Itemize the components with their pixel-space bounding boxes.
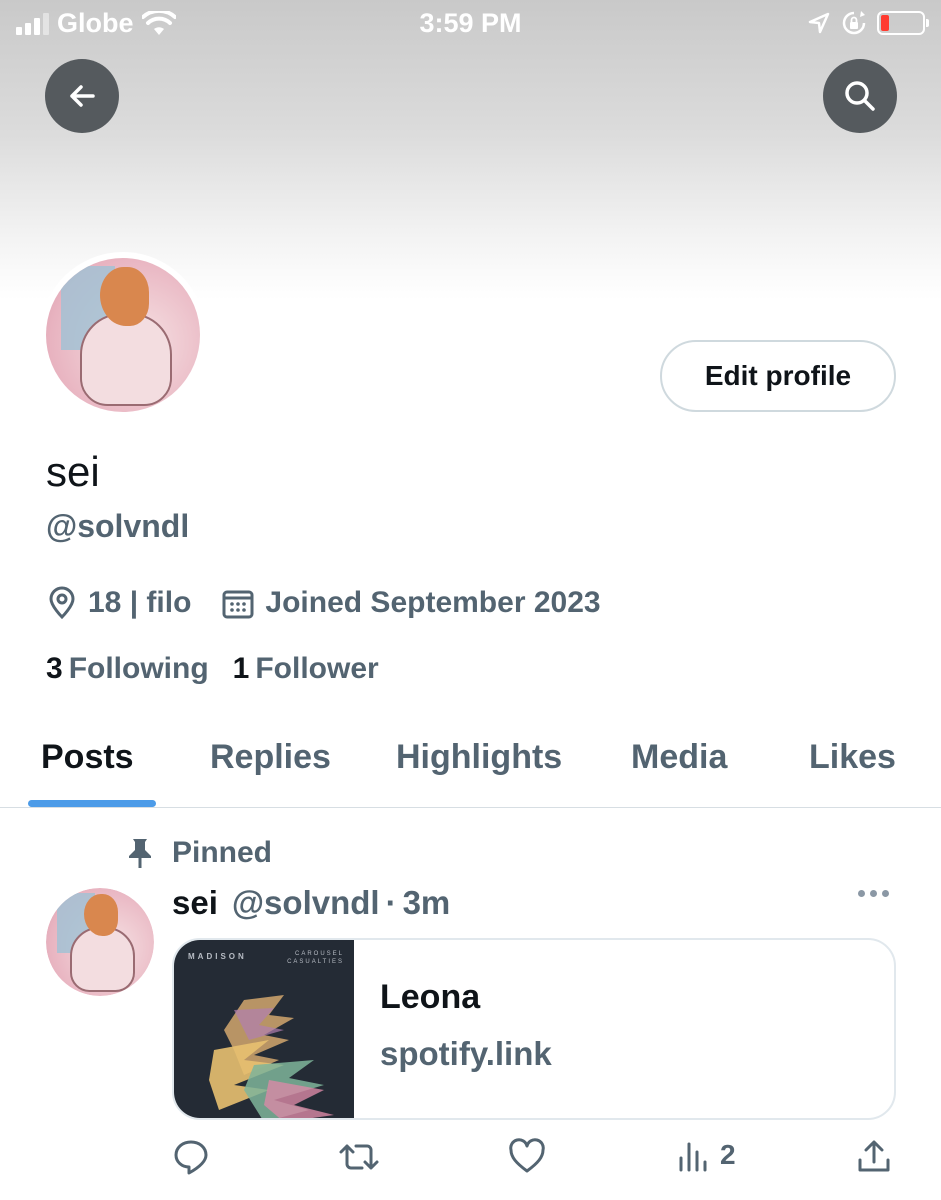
followers-link[interactable]: 1 Follower [233, 652, 379, 686]
display-name: sei [46, 448, 100, 495]
reply-icon [174, 1140, 208, 1175]
tab-likes[interactable]: Likes [809, 738, 896, 777]
more-options-icon[interactable] [858, 890, 889, 897]
album-art: MADISON CAROUSEL CASUALTIES [174, 940, 354, 1118]
post-header: sei @solvndl · 3m [172, 884, 450, 922]
clock: 3:59 PM [419, 8, 522, 38]
pin-icon [129, 839, 151, 868]
album-artwork-graphic [209, 995, 334, 1118]
post-author-avatar[interactable] [46, 888, 154, 996]
post-separator: · [385, 884, 397, 921]
share-icon [858, 1140, 890, 1172]
location-pin-icon [49, 586, 75, 620]
profile-avatar[interactable] [40, 252, 206, 418]
tab-replies[interactable]: Replies [210, 738, 331, 777]
search-button[interactable] [823, 59, 897, 133]
joined-text: Joined September 2023 [265, 586, 601, 619]
share-button[interactable] [856, 1138, 892, 1176]
tab-media[interactable]: Media [631, 738, 727, 777]
location-arrow-icon [808, 12, 830, 34]
tab-posts[interactable]: Posts [41, 738, 134, 777]
following-count: 3 [46, 652, 63, 685]
follow-stats: 3 Following 1 Follower [46, 652, 403, 686]
followers-label: Follower [255, 652, 379, 685]
link-preview-card[interactable]: MADISON CAROUSEL CASUALTIES Leona spotif… [172, 938, 896, 1120]
profile-tabs: Posts Replies Highlights Media Likes [0, 720, 941, 808]
location-text: 18 | filo [88, 586, 192, 619]
heart-icon [509, 1138, 545, 1173]
profile-meta: 18 | filo Joined September 2023 [46, 586, 631, 620]
tab-highlights[interactable]: Highlights [396, 738, 562, 777]
orientation-lock-icon [842, 11, 866, 35]
views-button[interactable]: 2 [676, 1138, 736, 1172]
reply-button[interactable] [172, 1138, 210, 1176]
repost-icon [339, 1144, 379, 1170]
following-link[interactable]: 3 Following [46, 652, 209, 686]
search-icon [845, 81, 875, 111]
battery-icon [877, 11, 929, 35]
post-timestamp[interactable]: 3m [403, 884, 451, 922]
repost-button[interactable] [338, 1138, 380, 1176]
link-domain: spotify.link [380, 1035, 552, 1072]
calendar-icon [222, 590, 254, 619]
joined-info: Joined September 2023 [221, 586, 601, 620]
post-author-handle[interactable]: @solvndl [232, 884, 380, 922]
active-tab-indicator [28, 800, 156, 807]
edit-profile-button[interactable]: Edit profile [660, 340, 896, 412]
back-button[interactable] [45, 59, 119, 133]
pinned-indicator: Pinned [126, 836, 272, 870]
location-info: 18 | filo [46, 586, 191, 620]
pinned-label: Pinned [172, 836, 273, 869]
followers-count: 1 [232, 652, 250, 685]
arrow-left-icon [70, 85, 95, 107]
post-author-name[interactable]: sei [172, 884, 218, 922]
status-bar: Globe 3:59 PM [0, 0, 941, 48]
link-title: Leona [380, 978, 481, 1016]
views-count: 2 [720, 1139, 736, 1170]
user-handle: @solvndl [46, 508, 190, 544]
following-label: Following [68, 652, 209, 685]
views-icon [679, 1142, 707, 1172]
post-actions: 2 [172, 1138, 902, 1188]
like-button[interactable] [508, 1138, 546, 1174]
